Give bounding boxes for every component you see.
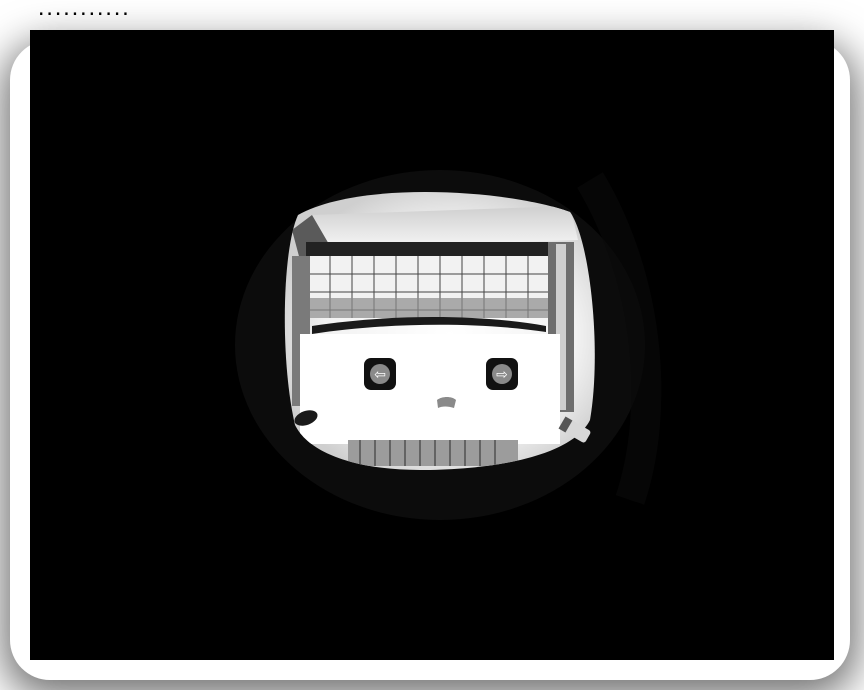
floor-grate <box>348 440 518 466</box>
right-wall-button[interactable]: ⇨ <box>486 358 518 390</box>
wall-smudge <box>437 397 456 408</box>
room-view: ⇦ ⇨ <box>235 170 662 520</box>
tile-wall <box>308 256 548 318</box>
left-wall-button[interactable]: ⇦ <box>364 358 396 390</box>
left-arrow-icon: ⇦ <box>374 367 386 383</box>
right-arrow-icon: ⇨ <box>496 367 508 383</box>
progress-dots: ........... <box>37 3 130 19</box>
game-viewport[interactable]: ⇦ ⇨ <box>30 30 834 660</box>
